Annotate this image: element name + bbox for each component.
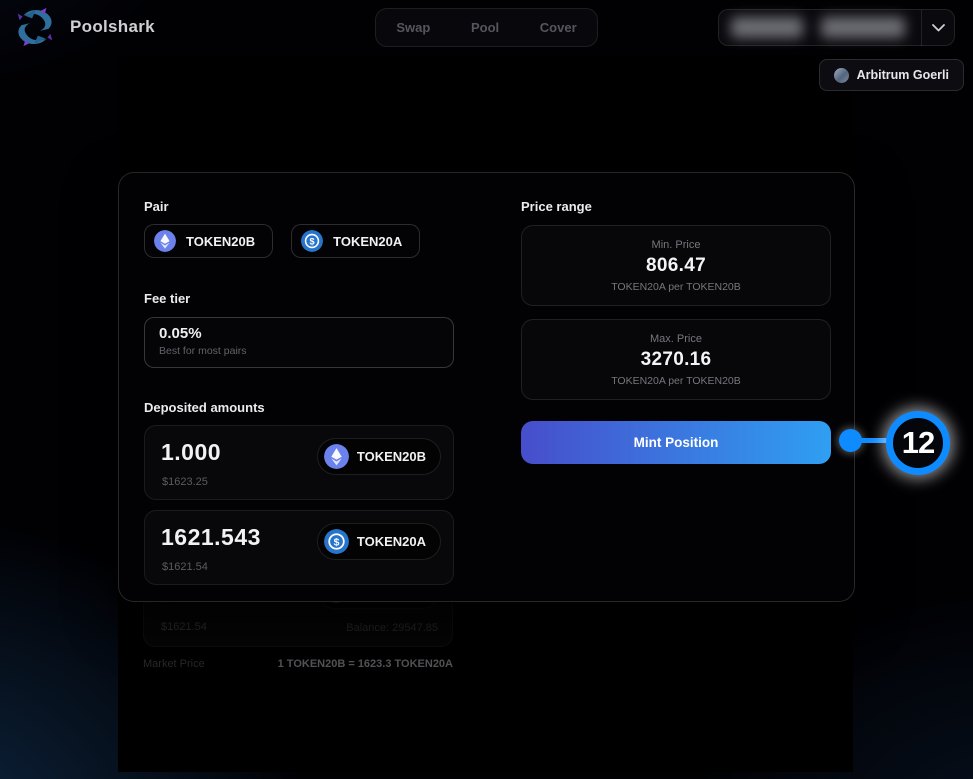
chevron-down-icon xyxy=(932,24,945,32)
deposit-usd-value: $1623.25 xyxy=(162,476,208,488)
brand-name: Poolshark xyxy=(70,17,155,37)
market-price-value: 1 TOKEN20B = 1623.3 TOKEN20A xyxy=(278,658,453,670)
mint-position-button[interactable]: Mint Position xyxy=(521,421,831,464)
deposit-amount-value: 1.000 xyxy=(161,439,221,466)
eth-token-icon xyxy=(154,230,176,252)
deposit-amount-box-token20a[interactable]: 1621.543 $1621.54 $ TOKEN20A xyxy=(144,510,454,585)
fee-tier-hint: Best for most pairs xyxy=(159,345,439,357)
background-usd-value: $1621.54 xyxy=(161,621,207,633)
poolshark-app: 1621.5 $1621.54 $ TOKEN20A Balance: 2954… xyxy=(0,0,973,779)
max-price-title: Max. Price xyxy=(650,333,702,345)
deposit-token-pill-token20a[interactable]: $ TOKEN20A xyxy=(317,523,441,560)
svg-text:$: $ xyxy=(310,236,315,246)
fee-tier-value: 0.05% xyxy=(159,325,439,342)
deposit-token-pill-token20b[interactable]: TOKEN20B xyxy=(317,438,441,475)
deposit-token-label: TOKEN20A xyxy=(357,534,426,549)
max-price-box[interactable]: Max. Price 3270.16 TOKEN20A per TOKEN20B xyxy=(521,319,831,400)
network-label: Arbitrum Goerli xyxy=(857,68,949,82)
network-selector[interactable]: Arbitrum Goerli xyxy=(819,59,964,91)
pair-token-a-button[interactable]: $ TOKEN20A xyxy=(291,224,420,258)
max-price-unit: TOKEN20A per TOKEN20B xyxy=(611,375,741,387)
pair-token-a-label: TOKEN20A xyxy=(333,234,402,249)
usd-token-icon: $ xyxy=(301,230,323,252)
deposit-amount-value: 1621.543 xyxy=(161,524,261,551)
svg-text:$: $ xyxy=(333,537,339,548)
min-price-value: 806.47 xyxy=(646,255,706,277)
nav-tab-pool[interactable]: Pool xyxy=(471,20,499,35)
price-range-label: Price range xyxy=(521,199,592,214)
poolshark-logo-icon xyxy=(12,4,58,50)
min-price-unit: TOKEN20A per TOKEN20B xyxy=(611,281,741,293)
min-price-box[interactable]: Min. Price 806.47 TOKEN20A per TOKEN20B xyxy=(521,225,831,306)
annotation-number: 12 xyxy=(902,425,934,461)
mint-position-modal: Pair TOKEN20B $ TOKEN20A Fee tier xyxy=(118,172,855,602)
deposit-amount-box-token20b[interactable]: 1.000 $1623.25 TOKEN20B xyxy=(144,425,454,500)
deposit-usd-value: $1621.54 xyxy=(162,561,208,573)
market-price-row: Market Price 1 TOKEN20B = 1623.3 TOKEN20… xyxy=(143,658,453,670)
usd-token-icon: $ xyxy=(324,529,349,554)
min-price-title: Min. Price xyxy=(652,239,701,251)
arbitrum-network-icon xyxy=(834,68,849,83)
max-price-value: 3270.16 xyxy=(641,349,712,371)
deposited-amounts-label: Deposited amounts xyxy=(144,400,265,415)
nav-tabs: Swap Pool Cover xyxy=(375,8,598,47)
fee-tier-option[interactable]: 0.05% Best for most pairs xyxy=(144,317,454,368)
nav-tab-cover[interactable]: Cover xyxy=(540,20,577,35)
nav-tab-swap[interactable]: Swap xyxy=(396,20,430,35)
top-navbar: Poolshark Swap Pool Cover xyxy=(0,0,973,55)
background-balance: Balance: 29547.85 xyxy=(346,622,438,634)
deposit-token-label: TOKEN20B xyxy=(357,449,426,464)
wallet-dropdown-button[interactable] xyxy=(922,24,954,32)
pair-token-row: TOKEN20B $ TOKEN20A xyxy=(144,224,420,258)
pair-token-b-label: TOKEN20B xyxy=(186,234,255,249)
annotation-marker-12: 12 xyxy=(886,411,950,475)
pair-label: Pair xyxy=(144,199,169,214)
fee-tier-label: Fee tier xyxy=(144,291,190,306)
wallet-balance-redacted[interactable] xyxy=(731,17,803,38)
wallet-address-redacted[interactable] xyxy=(821,17,905,38)
wallet-widget xyxy=(718,9,955,46)
brand[interactable]: Poolshark xyxy=(12,4,155,50)
market-price-label: Market Price xyxy=(143,658,205,670)
eth-token-icon xyxy=(324,444,349,469)
pair-token-b-button[interactable]: TOKEN20B xyxy=(144,224,273,258)
